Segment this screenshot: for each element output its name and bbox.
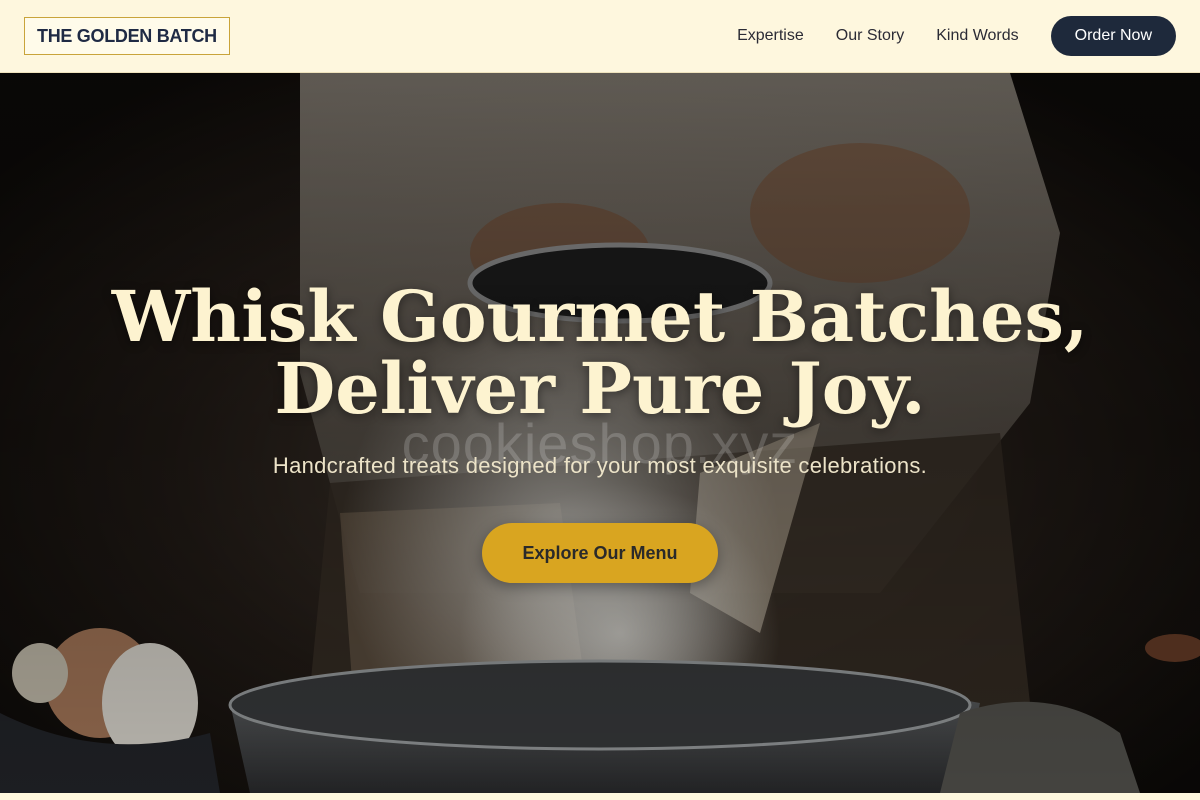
nav-link-our-story[interactable]: Our Story xyxy=(836,27,904,45)
page-bottom-strip xyxy=(0,793,1200,800)
order-now-button[interactable]: Order Now xyxy=(1050,16,1176,56)
explore-menu-button[interactable]: Explore Our Menu xyxy=(482,523,718,583)
top-navbar: THE GOLDEN BATCH Expertise Our Story Kin… xyxy=(0,0,1200,73)
nav-link-kind-words[interactable]: Kind Words xyxy=(936,27,1018,45)
hero-section: cookieshop.xyz Whisk Gourmet Batches, De… xyxy=(0,73,1200,793)
hero-headline-line-2: Deliver Pure Joy. xyxy=(274,347,926,430)
hero-headline-line-1: Whisk Gourmet Batches, xyxy=(111,275,1089,358)
hero-content: cookieshop.xyz Whisk Gourmet Batches, De… xyxy=(0,73,1200,793)
main-nav: Expertise Our Story Kind Words Order Now xyxy=(737,16,1176,56)
hero-subtitle: Handcrafted treats designed for your mos… xyxy=(272,453,928,478)
hero-headline: Whisk Gourmet Batches, Deliver Pure Joy. xyxy=(0,281,1200,425)
brand-logo[interactable]: THE GOLDEN BATCH xyxy=(24,17,230,55)
nav-link-expertise[interactable]: Expertise xyxy=(737,27,804,45)
